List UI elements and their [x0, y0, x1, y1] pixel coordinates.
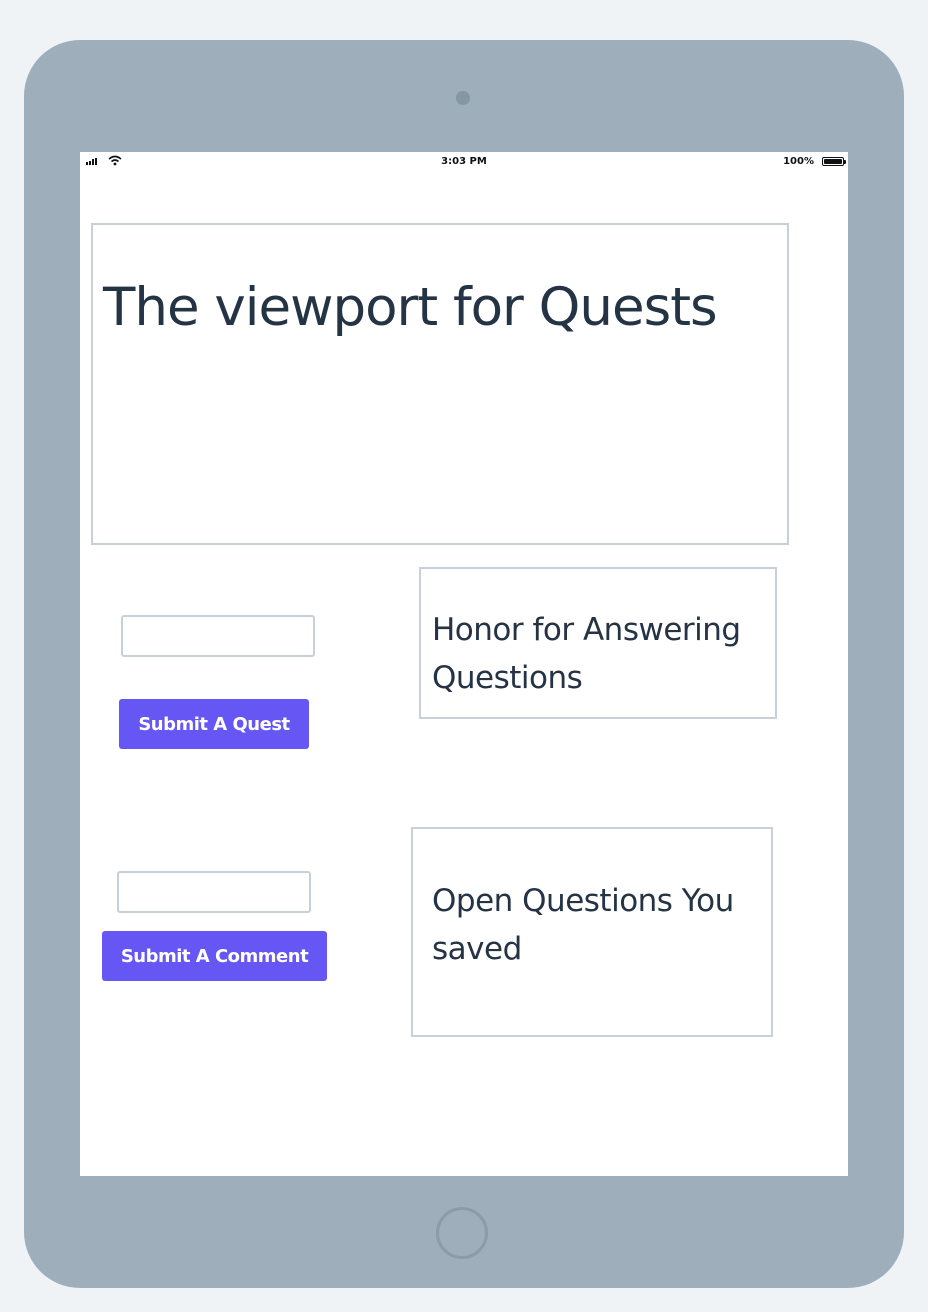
battery-icon [822, 157, 844, 166]
home-button[interactable] [436, 1207, 488, 1259]
battery-tip [844, 160, 846, 164]
honor-panel: Honor for Answering Questions [419, 567, 777, 719]
comment-input[interactable] [117, 871, 311, 913]
status-bar: 3:03 PM 100% [80, 152, 848, 172]
saved-questions-panel: Open Questions You saved [411, 827, 773, 1037]
quest-input[interactable] [121, 615, 315, 657]
submit-quest-button[interactable]: Submit A Quest [119, 699, 309, 749]
battery-percent: 100% [783, 156, 814, 167]
quests-viewport: The viewport for Quests [91, 223, 789, 545]
camera-icon [456, 91, 470, 105]
saved-questions-label: Open Questions You saved [432, 883, 734, 967]
screen: 3:03 PM 100% The viewport for Quests Sub… [80, 152, 848, 1176]
viewport-title: The viewport for Quests [103, 277, 718, 338]
status-time: 3:03 PM [441, 156, 487, 167]
submit-comment-button[interactable]: Submit A Comment [102, 931, 327, 981]
honor-label: Honor for Answering Questions [432, 612, 741, 696]
